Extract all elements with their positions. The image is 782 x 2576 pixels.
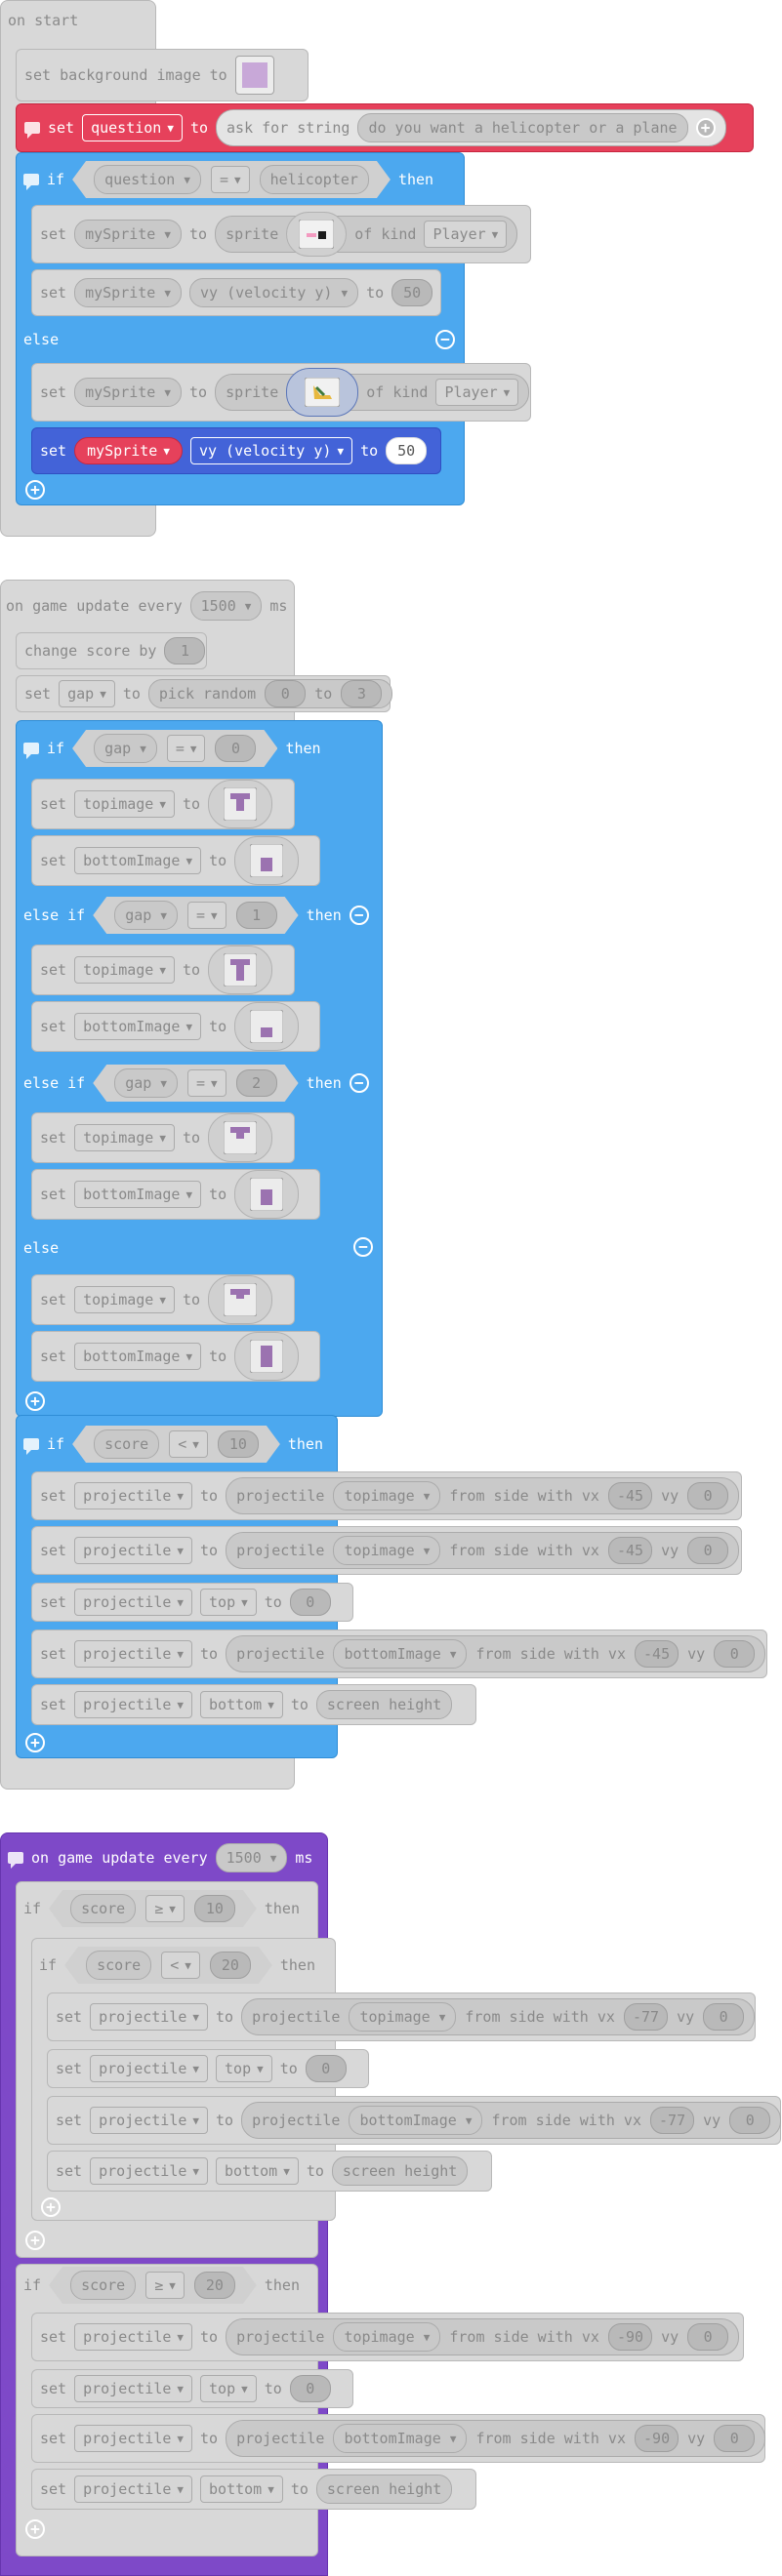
comment-icon[interactable]: [8, 1852, 23, 1869]
vy-value[interactable]: 50: [391, 279, 433, 306]
set-projectile-bottom-img-block[interactable]: set projectile ▼ to projectile bottomImag…: [31, 1630, 767, 1678]
if-keyword: if: [47, 171, 65, 188]
remove-else-if-icon[interactable]: −: [349, 906, 369, 925]
bottom-image-thumbnail[interactable]: [234, 1002, 300, 1051]
set-keyword: set: [48, 119, 75, 137]
set-mysprite-vy-block[interactable]: set mySprite ▼ vy (velocity y) ▼ to 50: [31, 269, 441, 316]
comment-icon[interactable]: [24, 122, 40, 139]
sprite-block[interactable]: sprite of kind Player ▼: [215, 212, 518, 257]
operator-dropdown[interactable]: = ▼: [211, 166, 250, 193]
bottom-image-thumbnail[interactable]: [234, 1170, 300, 1219]
plane-sprite-thumbnail[interactable]: [286, 368, 359, 417]
remove-else-if-icon[interactable]: −: [349, 1073, 369, 1093]
kind-dropdown[interactable]: Player ▼: [435, 379, 519, 406]
top-image-thumbnail[interactable]: [208, 780, 273, 828]
question-variable-dropdown[interactable]: question ▼: [82, 114, 183, 141]
score-change-value[interactable]: 1: [164, 637, 206, 664]
set-bottomimage-block[interactable]: set bottomImage ▼ to: [31, 1001, 320, 1052]
if-score-ge-20-block[interactable]: [16, 2264, 318, 2556]
set-projectile-top-prop-block[interactable]: set projectile ▼ top ▼ to 0: [31, 2369, 353, 2408]
sprite-block[interactable]: sprite of kind Player ▼: [215, 368, 530, 417]
helicopter-sprite-thumbnail[interactable]: [286, 212, 348, 257]
set-gap-block[interactable]: set gap ▼ to pick random 0 to 3: [16, 675, 393, 712]
remove-else-icon[interactable]: −: [353, 1237, 373, 1257]
on-start-header: on start: [8, 12, 78, 29]
mysprite-variable[interactable]: mySprite ▼: [74, 378, 182, 407]
set-projectile-bottom-prop-block[interactable]: set projectile ▼ bottom ▼ to screen height: [47, 2151, 492, 2192]
set-projectile-top-prop-block[interactable]: set projectile ▼ top ▼ to 0: [47, 2049, 369, 2088]
prompt-text-input[interactable]: do you want a helicopter or a plane: [357, 113, 688, 142]
add-else-icon[interactable]: +: [25, 1391, 45, 1411]
helicopter-text[interactable]: helicopter: [260, 165, 369, 194]
gap-variable[interactable]: gap ▼: [59, 680, 115, 707]
question-variable-pill[interactable]: question ▼: [94, 165, 201, 194]
kind-dropdown[interactable]: Player ▼: [424, 221, 508, 248]
gap-condition-0[interactable]: gap ▼ = ▼ 0: [72, 730, 277, 767]
set-projectile-bottom-prop-block[interactable]: set projectile ▼ bottom ▼ to screen height: [31, 2469, 476, 2510]
mysprite-variable[interactable]: mySprite ▼: [74, 278, 182, 307]
set-topimage-block[interactable]: set topimage ▼ to: [31, 779, 295, 829]
comment-icon[interactable]: [23, 743, 39, 759]
set-projectile-bottom-prop-block[interactable]: set projectile ▼ bottom ▼ to screen height: [31, 1684, 476, 1725]
pick-random-block[interactable]: pick random 0 to 3: [147, 679, 393, 708]
set-projectile-top-block[interactable]: set projectile ▼ to projectile topimage ▼…: [31, 2313, 744, 2361]
mysprite-variable[interactable]: mySprite ▼: [74, 220, 182, 249]
else-keyword: else: [23, 331, 60, 348]
ask-for-string-block[interactable]: ask for string do you want a helicopter …: [216, 109, 726, 146]
condition-compare[interactable]: question ▼ = ▼ helicopter: [72, 161, 391, 198]
set-mysprite-vy-block-active[interactable]: set mySprite ▼ vy (velocity y) ▼ to 50: [31, 427, 441, 474]
set-question-block[interactable]: set question ▼ to ask for string do you w…: [16, 103, 754, 152]
vy-value[interactable]: 50: [386, 437, 428, 464]
change-score-block[interactable]: change score by 1: [16, 632, 207, 669]
bottom-image-thumbnail[interactable]: [234, 836, 300, 885]
set-bottomimage-block[interactable]: set bottomImage ▼ to: [31, 1169, 320, 1220]
add-else-icon[interactable]: +: [41, 2197, 61, 2217]
set-bottomimage-block[interactable]: set bottomImage ▼ to: [31, 1331, 320, 1382]
interval-dropdown[interactable]: 1500 ▼: [189, 591, 263, 621]
set-topimage-block[interactable]: set topimage ▼ to: [31, 1274, 295, 1325]
add-else-icon[interactable]: +: [25, 2519, 45, 2539]
then-keyword: then: [397, 171, 434, 188]
add-argument-icon[interactable]: +: [695, 118, 716, 138]
set-mysprite-block[interactable]: set mySprite ▼ to sprite of kind Player ▼: [31, 205, 531, 263]
set-projectile-top-block[interactable]: set projectile ▼ to projectile topimage ▼…: [31, 1526, 742, 1575]
top-image-thumbnail[interactable]: [208, 1275, 273, 1324]
vy-property[interactable]: vy (velocity y) ▼: [189, 278, 359, 307]
set-background-block[interactable]: set background image to: [16, 49, 309, 101]
set-projectile-bottom-img-block[interactable]: set projectile ▼ to projectile bottomImag…: [31, 2414, 766, 2463]
background-image-thumbnail[interactable]: [234, 56, 274, 95]
interval-dropdown[interactable]: 1500 ▼: [215, 1843, 288, 1872]
add-else-icon[interactable]: +: [25, 1733, 45, 1752]
set-topimage-block[interactable]: set topimage ▼ to: [31, 945, 295, 995]
set-mysprite-plane-block[interactable]: set mySprite ▼ to sprite of kind Player ▼: [31, 363, 531, 422]
set-bg-label: set background image to: [24, 66, 227, 84]
remove-else-icon[interactable]: −: [435, 330, 455, 349]
on-start-label: on start: [8, 12, 79, 29]
top-image-thumbnail[interactable]: [208, 946, 273, 994]
mysprite-variable[interactable]: mySprite ▼: [74, 437, 183, 464]
set-projectile-top-block[interactable]: set projectile ▼ to projectile topimage ▼…: [47, 1992, 756, 2041]
comment-icon[interactable]: [23, 174, 39, 190]
add-else-icon[interactable]: +: [25, 480, 45, 500]
set-topimage-block[interactable]: set topimage ▼ to: [31, 1112, 295, 1163]
vy-property[interactable]: vy (velocity y) ▼: [189, 437, 353, 464]
chevron-down-icon: ▼: [167, 121, 174, 135]
set-projectile-bottom-img-block[interactable]: set projectile ▼ to projectile bottomImag…: [47, 2096, 782, 2145]
add-else-icon[interactable]: +: [25, 2231, 45, 2250]
to-keyword: to: [189, 119, 209, 137]
set-projectile-top-prop-block[interactable]: set projectile ▼ top ▼ to 0: [31, 1583, 353, 1622]
top-image-thumbnail[interactable]: [208, 1113, 273, 1162]
bottom-image-thumbnail[interactable]: [234, 1332, 300, 1381]
set-projectile-top-block[interactable]: set projectile ▼ to projectile topimage ▼…: [31, 1471, 742, 1520]
set-bottomimage-block[interactable]: set bottomImage ▼ to: [31, 835, 320, 886]
comment-icon[interactable]: [23, 1438, 39, 1455]
